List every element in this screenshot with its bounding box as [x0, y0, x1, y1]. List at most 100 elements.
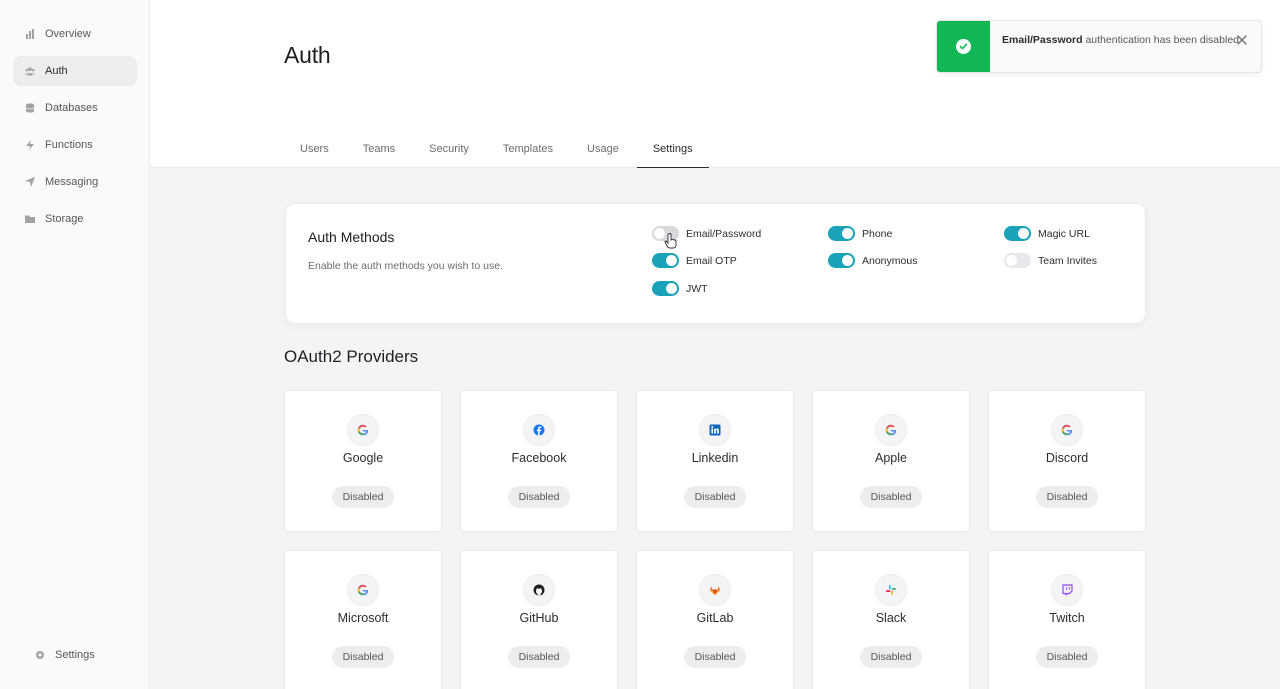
provider-card-apple[interactable]: Apple Disabled [812, 390, 970, 532]
google-icon [1051, 414, 1083, 446]
page-title: Auth [284, 42, 331, 68]
provider-name: Facebook [511, 451, 567, 465]
toast-status-bar [937, 21, 990, 72]
sidebar-item-label: Auth [45, 65, 68, 77]
sidebar-item-settings[interactable]: Settings [23, 640, 147, 670]
linkedin-icon [699, 414, 731, 446]
tab-users[interactable]: Users [284, 130, 345, 168]
sidebar-item-messaging[interactable]: Messaging [13, 167, 137, 197]
hand-cursor-icon [664, 233, 678, 249]
toggle-knob [842, 228, 853, 239]
sidebar-item-label: Overview [45, 28, 91, 40]
tab-bar: Users Teams Security Templates Usage Set… [284, 130, 711, 168]
method-email-otp[interactable]: Email OTP [652, 253, 737, 268]
provider-card-google[interactable]: Google Disabled [284, 390, 442, 532]
status-badge: Disabled [1036, 486, 1098, 508]
toast-message-text: authentication has been disabled [1082, 34, 1240, 46]
provider-card-microsoft[interactable]: Microsoft Disabled [284, 550, 442, 689]
provider-card-gitlab[interactable]: GitLab Disabled [636, 550, 794, 689]
toggle-switch[interactable] [652, 281, 679, 296]
method-team-invites[interactable]: Team Invites [1004, 253, 1097, 268]
method-label: JWT [686, 282, 708, 295]
method-anonymous[interactable]: Anonymous [828, 253, 917, 268]
toggle-switch[interactable] [1004, 253, 1031, 268]
provider-name: GitLab [696, 611, 734, 625]
method-magic-url[interactable]: Magic URL [1004, 226, 1090, 241]
method-label: Email OTP [686, 254, 737, 267]
provider-name: Google [342, 451, 384, 465]
provider-name: Slack [875, 611, 907, 625]
provider-name: Linkedin [691, 451, 739, 465]
status-badge: Disabled [332, 646, 394, 668]
auth-methods-description: Enable the auth methods you wish to use. [308, 260, 503, 272]
toast-notification: Email/Password authentication has been d… [936, 20, 1262, 73]
status-badge: Disabled [860, 486, 922, 508]
method-label: Team Invites [1038, 254, 1097, 267]
google-icon [347, 574, 379, 606]
sidebar-item-databases[interactable]: Databases [13, 93, 137, 123]
provider-name: GitHub [519, 611, 559, 625]
provider-card-slack[interactable]: Slack Disabled [812, 550, 970, 689]
sidebar-item-label: Databases [45, 102, 98, 114]
toast-message: Email/Password authentication has been d… [990, 21, 1261, 72]
users-icon [25, 66, 35, 76]
tab-teams[interactable]: Teams [347, 130, 411, 168]
method-jwt[interactable]: JWT [652, 281, 708, 296]
provider-name: Apple [875, 451, 907, 465]
provider-name: Microsoft [337, 611, 389, 625]
toggle-switch[interactable] [828, 226, 855, 241]
toggle-knob [1006, 255, 1017, 266]
provider-card-linkedin[interactable]: Linkedin Disabled [636, 390, 794, 532]
check-circle-icon [956, 39, 971, 54]
method-label: Magic URL [1038, 227, 1090, 240]
sidebar-item-label: Storage [45, 213, 84, 225]
toggle-knob [1018, 228, 1029, 239]
provider-card-github[interactable]: GitHub Disabled [460, 550, 618, 689]
method-phone[interactable]: Phone [828, 226, 892, 241]
sidebar-item-auth[interactable]: Auth [13, 56, 137, 86]
folder-icon [25, 214, 35, 224]
toggle-switch[interactable] [652, 253, 679, 268]
status-badge: Disabled [332, 486, 394, 508]
gear-icon [35, 650, 45, 660]
google-icon [347, 414, 379, 446]
auth-methods-title: Auth Methods [308, 229, 395, 245]
toggle-switch[interactable] [828, 253, 855, 268]
toggle-knob [842, 255, 853, 266]
facebook-icon [523, 414, 555, 446]
tab-security[interactable]: Security [413, 130, 485, 168]
sidebar-item-label: Functions [45, 139, 93, 151]
method-label: Email/Password [686, 227, 762, 240]
toggle-knob [666, 255, 677, 266]
provider-card-twitch[interactable]: Twitch Disabled [988, 550, 1146, 689]
sidebar-item-label: Messaging [45, 176, 99, 188]
status-badge: Disabled [684, 646, 746, 668]
sidebar-item-functions[interactable]: Functions [13, 130, 137, 160]
provider-card-discord[interactable]: Discord Disabled [988, 390, 1146, 532]
close-icon[interactable] [1236, 33, 1248, 45]
status-badge: Disabled [1036, 646, 1098, 668]
method-label: Phone [862, 227, 893, 240]
status-badge: Disabled [508, 646, 570, 668]
toggle-switch[interactable] [1004, 226, 1031, 241]
tab-settings[interactable]: Settings [636, 130, 709, 168]
tab-templates[interactable]: Templates [487, 130, 569, 168]
send-icon [25, 177, 35, 187]
status-badge: Disabled [508, 486, 570, 508]
toggle-knob [666, 283, 677, 294]
slack-icon [875, 574, 907, 606]
sidebar-settings-label: Settings [55, 649, 95, 661]
gitlab-icon [699, 574, 731, 606]
sidebar-item-storage[interactable]: Storage [13, 204, 137, 234]
provider-card-facebook[interactable]: Facebook Disabled [460, 390, 618, 532]
oauth-providers-title: OAuth2 Providers [284, 347, 419, 366]
status-badge: Disabled [684, 486, 746, 508]
toast-message-bold: Email/Password [1002, 34, 1083, 46]
twitch-icon [1051, 574, 1083, 606]
google-icon [875, 414, 907, 446]
github-icon [523, 574, 555, 606]
sidebar-item-overview[interactable]: Overview [13, 19, 137, 49]
status-badge: Disabled [860, 646, 922, 668]
tab-usage[interactable]: Usage [571, 130, 635, 168]
provider-name: Discord [1045, 451, 1089, 465]
